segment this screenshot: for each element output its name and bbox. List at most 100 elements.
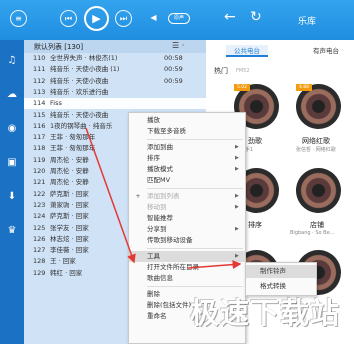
context-menu-item[interactable]: 匹配MV bbox=[129, 175, 245, 186]
menu-item-label: 工具 bbox=[147, 252, 160, 260]
track-name: 韩红 · 回家 bbox=[50, 268, 83, 277]
submenu-arrow-icon: ▶ bbox=[235, 155, 239, 161]
play-icon[interactable]: ▶ bbox=[84, 6, 109, 31]
card-title[interactable]: 店铺 bbox=[310, 220, 324, 230]
cloud-icon[interactable]: ☁ bbox=[5, 88, 19, 102]
menu-item-label: 下载至多音质 bbox=[147, 127, 186, 135]
context-menu-item[interactable]: 歌曲信息 bbox=[129, 273, 245, 284]
track-dur: 00:59 bbox=[164, 65, 183, 74]
menu-item-label: 匹配MV bbox=[147, 176, 171, 184]
tab-public-radio[interactable]: 公共电台 bbox=[226, 45, 268, 57]
watermark: 极速下载站 bbox=[190, 296, 341, 330]
panel-title: 乐库 bbox=[298, 17, 317, 27]
menu-item-label: 歌曲信息 bbox=[147, 274, 173, 282]
menu-item-label: 添加到列表 bbox=[147, 192, 180, 200]
track-name: 王菲 · 匆匆那年 bbox=[50, 133, 96, 142]
next-icon[interactable]: ⏭ bbox=[115, 10, 132, 27]
menu-item-label: 分享到 bbox=[147, 225, 167, 233]
volume-icon[interactable]: ◀ bbox=[145, 10, 162, 27]
track-dur: 00:58 bbox=[164, 54, 183, 62]
menu-icon[interactable]: ≡ bbox=[10, 10, 27, 27]
track-name: 萨克斯 · 回家 bbox=[50, 212, 89, 221]
context-menu-item[interactable]: 添加到曲 ▶ bbox=[129, 142, 245, 153]
card-title[interactable]: 网络红歌 bbox=[302, 136, 330, 146]
menu-item-label: 播放 bbox=[147, 116, 160, 124]
submenu-arrow-icon: ▶ bbox=[235, 253, 239, 259]
track-name: 周杰伦 · 安静 bbox=[50, 178, 89, 187]
menu-item-icon: + bbox=[135, 193, 141, 200]
playlist-row[interactable]: 114 Fiss bbox=[24, 98, 206, 110]
submenu-arrow-icon: ▶ bbox=[235, 204, 239, 210]
playlist-row[interactable]: 113 纯音乐 · 欢乐进行曲 bbox=[24, 87, 206, 98]
menu-item-label: 删除(包括文件) bbox=[147, 301, 192, 309]
context-menu-item[interactable]: 下载至多音质 bbox=[129, 126, 245, 137]
mv-icon[interactable]: ▣ bbox=[5, 156, 19, 170]
radio-icon[interactable]: ◉ bbox=[5, 122, 19, 136]
sound-mode-button[interactable]: 原声 bbox=[168, 13, 190, 24]
track-name: 林志炫 · 回家 bbox=[50, 234, 89, 243]
track-name: 纯音乐 · 天使小夜曲 bbox=[50, 110, 109, 119]
context-menu-item[interactable]: 智能推荐 bbox=[129, 213, 245, 224]
download-icon[interactable]: ⬇ bbox=[5, 190, 19, 204]
track-name: 王菲 · 匆匆那年 bbox=[50, 144, 96, 153]
track-name: 张学友 · 回家 bbox=[50, 223, 89, 232]
playlist-menu-icon[interactable]: ☰ · bbox=[172, 41, 184, 50]
track-name: 1夜的钢琴曲 · 纯音乐 bbox=[50, 121, 113, 130]
card-title[interactable]: 排序 bbox=[248, 220, 262, 230]
forward-arrow-icon[interactable]: ↻ bbox=[250, 9, 262, 25]
playlist-title: 默认列表 [130] bbox=[34, 43, 84, 51]
context-menu-item[interactable]: 工具 ▶ bbox=[129, 251, 245, 262]
menu-separator bbox=[147, 248, 243, 249]
track-name: 纯音乐 · 天使小夜曲 (1) bbox=[50, 65, 120, 74]
hot-badge: 5.02 bbox=[234, 84, 250, 91]
submenu-arrow-icon: ▶ bbox=[235, 226, 239, 232]
tab-audio-radio[interactable]: 有声电台 bbox=[306, 45, 346, 57]
back-arrow-icon[interactable]: ← bbox=[224, 9, 236, 25]
music-note-icon[interactable]: ♫ bbox=[5, 54, 19, 68]
menu-item-label: 移动到 bbox=[147, 203, 167, 211]
track-name: 周杰伦 · 安静 bbox=[50, 155, 89, 164]
track-name: 全世界失声 · 林俊杰(1) bbox=[50, 54, 118, 62]
hot-badge: 4.88 bbox=[296, 84, 312, 91]
section-subtitle: FM52 bbox=[236, 68, 250, 74]
context-menu-item[interactable]: 传歌到移动设备 bbox=[129, 235, 245, 246]
submenu-arrow-icon: ▶ bbox=[235, 144, 239, 150]
player-top-bar: ≡ ⏮ ▶ ⏭ ◀ 原声 ← ↻ 乐库 bbox=[0, 0, 354, 40]
submenu-arrow-icon: ▶ bbox=[235, 193, 239, 199]
track-name: 萧家驹 · 回家 bbox=[50, 200, 89, 209]
menu-item-label: 添加到曲 bbox=[147, 143, 173, 151]
menu-item-label: 打开文件所在目录 bbox=[147, 263, 199, 271]
context-menu-item[interactable]: 打开文件所在目录 bbox=[129, 262, 245, 273]
track-name: 周杰伦 · 安静 bbox=[50, 167, 89, 175]
playlist-row[interactable]: 111 纯音乐 · 天使小夜曲 (1) 00:59 bbox=[24, 64, 206, 75]
track-name: 王 · 回家 bbox=[50, 257, 76, 266]
menu-separator bbox=[147, 139, 243, 140]
track-name: Fiss bbox=[50, 99, 62, 108]
menu-item-label: 传歌到移动设备 bbox=[147, 236, 193, 244]
track-dur: 00:59 bbox=[164, 76, 183, 85]
section-title: 热门 bbox=[214, 67, 228, 75]
shirt-icon[interactable]: ♛ bbox=[5, 224, 19, 238]
context-menu-item[interactable]: 排序 ▶ bbox=[129, 153, 245, 164]
album-disc[interactable] bbox=[296, 168, 341, 213]
track-name: 萨克斯 · 回家 bbox=[50, 189, 89, 198]
context-menu-item: 移动到 ▶ bbox=[129, 202, 245, 213]
playlist-row[interactable]: 112 纯音乐 · 天使小夜曲 00:59 bbox=[24, 76, 206, 87]
context-menu-item[interactable]: 播放 bbox=[129, 115, 245, 126]
menu-item-label: 排序 bbox=[147, 154, 160, 162]
playlist-row[interactable]: 110 全世界失声 · 林俊杰(1) 00:58 bbox=[24, 53, 206, 64]
menu-item-label: 重命名 bbox=[147, 312, 167, 320]
menu-item-label: 删除 bbox=[147, 290, 160, 298]
menu-separator bbox=[147, 286, 243, 287]
submenu-arrow-icon: ▶ bbox=[235, 166, 239, 172]
context-menu-item: + 添加到列表 ▶ bbox=[129, 191, 245, 202]
submenu-item-make-ringtone[interactable]: 制作铃声 bbox=[246, 265, 316, 278]
track-name: 李佳薇 · 回家 bbox=[50, 246, 89, 255]
card-title[interactable]: 劲歌 bbox=[248, 136, 262, 146]
prev-icon[interactable]: ⏮ bbox=[60, 10, 77, 27]
context-menu-item[interactable]: 分享到 ▶ bbox=[129, 224, 245, 235]
menu-item-label: 播放模式 bbox=[147, 165, 173, 173]
context-menu-item[interactable]: 播放模式 ▶ bbox=[129, 164, 245, 175]
track-name: 纯音乐 · 天使小夜曲 bbox=[50, 76, 109, 85]
playlist-header[interactable]: 默认列表 [130] ☰ · bbox=[24, 40, 206, 53]
